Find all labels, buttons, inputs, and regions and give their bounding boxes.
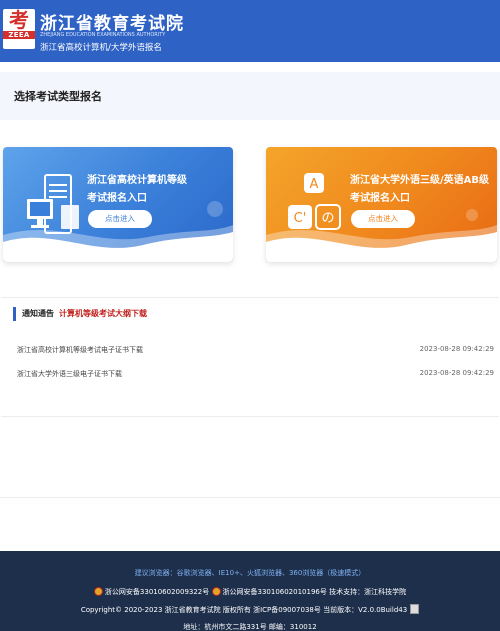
- notice-heading: 通知通告: [13, 307, 54, 321]
- site-title-en: ZHEJIANG EDUCATION EXAMINATIONS AUTHORIT…: [40, 32, 166, 38]
- logo-tagline: [4, 40, 34, 49]
- notice-item[interactable]: 浙江省高校计算机等级考试电子证书下载 2023-08-28 09:42:29: [1, 345, 499, 359]
- site-header: 考 ZEEA 浙江省教育考试院 ZHEJIANG EDUCATION EXAMI…: [0, 0, 500, 62]
- enter-button[interactable]: 点击进入: [351, 210, 415, 228]
- card-title-line2: 考试报名入口: [87, 193, 147, 204]
- syllabus-download-link[interactable]: 计算机等级考试大纲下载: [59, 307, 147, 321]
- police-badge-icon: [211, 587, 221, 596]
- decor-dot: [466, 209, 478, 221]
- icp-records: 浙公网安备33010602009322号 浙公网安备33010602010196…: [0, 587, 500, 597]
- notice-item-text[interactable]: 浙江省高校计算机等级考试电子证书下载: [17, 345, 143, 355]
- computer-server-icon: [27, 174, 79, 234]
- copyright-text: Copyright© 2020-2023 浙江省教育考试院 版权所有 浙ICP备…: [80, 606, 408, 614]
- decor-dot: [207, 201, 223, 217]
- computer-exam-card[interactable]: 浙江省高校计算机等级 考试报名入口 点击进入: [3, 147, 233, 262]
- logo-abbr: ZEEA: [3, 31, 35, 39]
- enter-button[interactable]: 点击进入: [88, 210, 152, 228]
- logo-mark: 考: [9, 9, 29, 32]
- site-title: 浙江省教育考试院: [40, 14, 184, 34]
- notice-item-text[interactable]: 浙江省大学外语三级电子证书下载: [17, 369, 122, 379]
- site-footer: 建议浏览器：谷歌浏览器、IE10+、火狐浏览器、360浏览器（极速模式） 浙公网…: [0, 551, 500, 631]
- notice-item-date: 2023-08-28 09:42:29: [419, 345, 494, 353]
- icon-glyph-no: の: [321, 211, 334, 226]
- content-divider: [0, 497, 500, 498]
- site-subtitle: 浙江省高校计算机/大学外语报名: [40, 43, 162, 53]
- notice-item[interactable]: 浙江省大学外语三级电子证书下载 2023-08-28 09:42:29: [1, 369, 499, 383]
- card-title-line2: 考试报名入口: [350, 193, 410, 204]
- card-title-line1: 浙江省大学外语三级/英语AB级: [350, 175, 490, 186]
- notice-panel: 通知通告 计算机等级考试大纲下载 浙江省高校计算机等级考试电子证书下载 2023…: [1, 297, 499, 417]
- section-title: 选择考试类型报名: [14, 90, 102, 103]
- card-title-line1: 浙江省高校计算机等级: [87, 175, 187, 186]
- language-letters-icon: A C' の: [288, 173, 341, 230]
- police-badge-icon: [93, 587, 103, 596]
- language-exam-card[interactable]: A C' の 浙江省大学外语三级/英语AB级 考试报名入口 点击进入: [266, 147, 497, 262]
- qr-code-icon[interactable]: [410, 604, 420, 614]
- browser-recommendation: 建议浏览器：谷歌浏览器、IE10+、火狐浏览器、360浏览器（极速模式）: [134, 569, 366, 577]
- icon-glyph-a: A: [310, 177, 319, 192]
- icon-glyph-c: C': [294, 211, 307, 226]
- icp-record-2[interactable]: 浙公网安备33010602010196号 技术支持：浙江科技学院: [223, 588, 407, 596]
- zeea-logo[interactable]: 考 ZEEA: [3, 9, 35, 49]
- address-line: 地址：杭州市文二路331号 邮编：310012: [183, 623, 317, 631]
- icp-record-1[interactable]: 浙公网安备33010602009322号: [105, 588, 209, 596]
- copyright-line: Copyright© 2020-2023 浙江省教育考试院 版权所有 浙ICP备…: [0, 604, 500, 615]
- section-bar: 选择考试类型报名: [0, 72, 500, 120]
- notice-item-date: 2023-08-28 09:42:29: [419, 369, 494, 377]
